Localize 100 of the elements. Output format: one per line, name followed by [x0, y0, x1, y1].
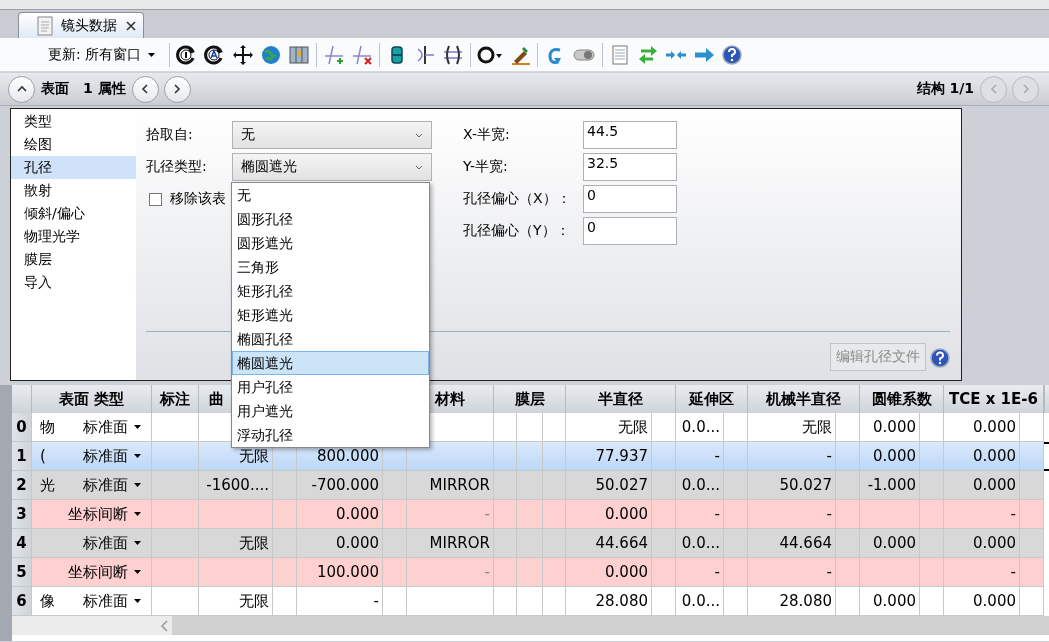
- dropdown-option[interactable]: 三角形: [232, 255, 429, 279]
- table-cell: [494, 471, 517, 500]
- chevron-icon: [415, 164, 423, 170]
- category-item[interactable]: 导入: [11, 271, 136, 294]
- category-item[interactable]: 倾斜/偏心: [11, 202, 136, 225]
- lens-icon[interactable]: [442, 43, 465, 66]
- category-item[interactable]: 散射: [11, 179, 136, 202]
- dropdown-option[interactable]: 矩形孔径: [232, 279, 429, 303]
- category-item[interactable]: 类型: [11, 110, 136, 133]
- scroll-left-icon[interactable]: [160, 619, 170, 632]
- surface-type-dropdown[interactable]: 坐标间断: [68, 504, 141, 524]
- table-cell: 0.000: [297, 529, 383, 558]
- table-cell: 无限: [199, 587, 273, 616]
- table-cell: [543, 442, 566, 471]
- table-cell: -1.000: [860, 471, 920, 500]
- dropdown-option[interactable]: 圆形孔径: [232, 207, 429, 231]
- line-plus-icon[interactable]: [323, 43, 346, 66]
- input-field[interactable]: 32.5: [583, 153, 677, 181]
- table-cell: [494, 529, 517, 558]
- dropdown-option[interactable]: 矩形遮光: [232, 303, 429, 327]
- table-cell: 50.027: [748, 471, 836, 500]
- caret-icon: [148, 52, 156, 57]
- table-cell: -: [748, 558, 836, 587]
- table-cell: [543, 471, 566, 500]
- surface-type-dropdown[interactable]: 坐标间断: [68, 562, 141, 582]
- row-number: 3: [12, 500, 32, 529]
- table-cell: -: [748, 500, 836, 529]
- caret-icon: [134, 541, 141, 545]
- line-remove-icon[interactable]: [351, 43, 374, 66]
- table-cell: 0.000: [860, 529, 920, 558]
- table-cell: [724, 442, 748, 471]
- dropdown-option[interactable]: 无: [232, 183, 429, 207]
- surface-type-dropdown[interactable]: 标准面: [83, 591, 141, 611]
- input-field[interactable]: 44.5: [583, 121, 677, 149]
- surface-type-dropdown[interactable]: 标准面: [83, 475, 141, 495]
- category-item[interactable]: 绘图: [11, 133, 136, 156]
- crosshair-icon[interactable]: [232, 43, 255, 66]
- previous-icon: [988, 84, 999, 94]
- table-cell: [920, 529, 944, 558]
- table-cell: 0.000: [944, 471, 1020, 500]
- table-cell: 44.664: [748, 529, 836, 558]
- table-cell: [517, 500, 543, 529]
- table-cell: -: [944, 500, 1020, 529]
- chevron-icon: [415, 132, 423, 138]
- table-cell: [836, 529, 860, 558]
- input-field[interactable]: 0: [583, 185, 677, 213]
- table-cell: [652, 442, 676, 471]
- collapse-button[interactable]: [8, 75, 35, 103]
- next-button[interactable]: [163, 75, 191, 103]
- surface-comment: (: [40, 447, 46, 465]
- globe-icon[interactable]: [260, 43, 283, 66]
- category-item[interactable]: 孔径: [11, 156, 136, 179]
- help-icon[interactable]: [721, 43, 744, 66]
- table-cell: [652, 529, 676, 558]
- document-tab[interactable]: 镜头数据: [18, 12, 144, 38]
- table-cell: [724, 413, 748, 442]
- table-cell: [273, 500, 297, 529]
- table-cell: [543, 500, 566, 529]
- previous-button[interactable]: [131, 75, 159, 103]
- table-cell: [1020, 413, 1044, 442]
- caret-icon: [134, 454, 141, 458]
- close-icon[interactable]: [125, 19, 137, 32]
- table-cell: 0.0...: [676, 529, 724, 558]
- table-cell: [494, 500, 517, 529]
- table-cell: 28.080: [566, 587, 652, 616]
- table-cell: [383, 529, 407, 558]
- aperture-type-dropdown[interactable]: 椭圆遮光: [232, 153, 432, 181]
- table-cell: [1020, 529, 1044, 558]
- table-cell: [860, 558, 920, 587]
- table-cell: [836, 471, 860, 500]
- surface-type-dropdown[interactable]: 标准面: [83, 446, 141, 466]
- table-cell: 44.664: [566, 529, 652, 558]
- help-icon[interactable]: [930, 348, 950, 368]
- table-cell: [494, 442, 517, 471]
- dropdown-option[interactable]: 圆形遮光: [232, 231, 429, 255]
- row-number: 6: [12, 587, 32, 616]
- table-cell: [1020, 471, 1044, 500]
- dropdown-option[interactable]: 椭圆遮光: [232, 351, 429, 375]
- surface-type-dropdown[interactable]: 标准面: [83, 533, 141, 553]
- dropdown-option[interactable]: 椭圆孔径: [232, 327, 429, 351]
- category-item[interactable]: 物理光学: [11, 225, 136, 248]
- category-item[interactable]: 膜层: [11, 248, 136, 271]
- caret-icon: [134, 512, 141, 516]
- table-cell: [517, 413, 543, 442]
- map-icon[interactable]: [288, 43, 311, 66]
- document-icon: [37, 15, 53, 36]
- field-label: 孔径偏心（Y）：: [463, 222, 571, 240]
- table-cell: [860, 500, 920, 529]
- pick-from-dropdown[interactable]: 无: [232, 121, 432, 149]
- input-field[interactable]: 0: [583, 217, 677, 245]
- surface-type-dropdown[interactable]: 标准面: [83, 417, 141, 437]
- table-cell: [383, 471, 407, 500]
- table-cell: 0.000: [860, 587, 920, 616]
- table-cell: 0.000: [944, 529, 1020, 558]
- table-cell: -: [748, 442, 836, 471]
- table-cell: -: [676, 558, 724, 587]
- checkbox[interactable]: [149, 192, 162, 206]
- row-number: 0: [12, 413, 32, 442]
- update-dropdown[interactable]: 更新: 所有窗口: [48, 45, 163, 64]
- table-cell: [517, 558, 543, 587]
